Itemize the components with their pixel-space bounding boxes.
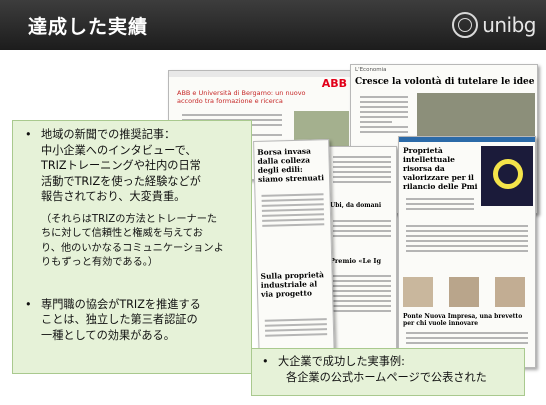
point1-line: 地域の新聞での推奨記事：	[41, 128, 176, 141]
university-logo: unibg	[452, 8, 536, 42]
logo-text: unibg	[482, 13, 536, 37]
clipping-proprieta: Proprietà intellettuale risorsa da valor…	[398, 136, 536, 368]
achievements-panel: • 地域の新聞での推奨記事： 中小企業へのインタビューで、 TRIZトレーニング…	[12, 120, 252, 374]
bullet-marker: •	[25, 297, 32, 311]
sulla-headline: Sulla proprietà industriale al via proge…	[260, 270, 325, 299]
note-line: （それらはTRIZの方法とトレーナーた	[41, 213, 218, 225]
bullet-marker: •	[262, 355, 269, 368]
portrait-photo-3	[495, 277, 525, 307]
clipping-photo-group	[417, 93, 535, 139]
note-line: りもずっと有効である。）	[41, 257, 159, 268]
point1-line: TRIZトレーニングや社内の日常	[41, 159, 201, 172]
abb-brand: ABB	[321, 77, 347, 90]
ponte-text: Ponte Nuova Impresa, una brevetto per ch…	[403, 313, 523, 327]
slide-header: 達成した実績 unibg	[0, 0, 546, 50]
point2-line: 専門職の協会がTRIZを推進する	[41, 297, 201, 311]
at-sign-icon	[493, 159, 523, 189]
bullet-newspaper: • 地域の新聞での推奨記事： 中小企業へのインタビューで、 TRIZトレーニング…	[23, 127, 241, 205]
eco-headline: Cresce la volontà di tutelare le idee	[355, 77, 535, 87]
portrait-photo-1	[403, 277, 433, 307]
borsa-headline: Borsa invasa dalla colleza degli edili: …	[257, 146, 325, 184]
premio-text: Premio «Le Ig	[330, 257, 382, 265]
portrait-photo-2	[449, 277, 479, 307]
success-cases-callout: • 大企業で成功した実事例: 各企業の公式ホームページで公表された	[251, 348, 525, 396]
point1-line: 活動でTRIZを使った経験などが	[41, 174, 201, 188]
point1-line: 中小企業へのインタビューで、	[41, 143, 197, 157]
note-line: り、他のいかなるコミュニケーションよ	[41, 242, 224, 254]
callout-bullet: • 大企業で成功した実事例:	[260, 354, 516, 370]
proprieta-headline: Proprietà intellettuale risorsa da valor…	[403, 146, 478, 191]
ubi-text: Ubi, da domani	[330, 202, 382, 209]
point2-line: ことは、独立した第三者認証の	[41, 313, 198, 326]
callout-line2: 各企業の公式ホームページで公表された	[286, 371, 487, 384]
bullet-marker: •	[25, 128, 32, 141]
clipping-borsa: Borsa invasa dalla colleza degli edili: …	[253, 139, 335, 366]
point1-line: 報告されており、大変貴重。	[41, 190, 186, 203]
eco-section: L'Economia	[355, 67, 387, 73]
point2-line: 一種としての効果がある。	[41, 328, 175, 342]
parenthetical-note: （それらはTRIZの方法とトレーナーた ちに対して信頼性と権威を与えてお り、他…	[23, 213, 241, 271]
callout-line1: 大企業で成功した実事例:	[278, 355, 405, 368]
clipping-ubi: Ubi, da domani Premio «Le Ig	[325, 146, 397, 376]
slide-title: 達成した実績	[28, 16, 149, 38]
note-line: ちに対して信頼性と権威を与えてお	[41, 228, 203, 239]
bullet-association: • 専門職の協会がTRIZを推進する ことは、独立した第三者認証の 一種としての…	[23, 297, 241, 344]
abb-headline: ABB e Università di Bergamo: un nuovo ac…	[177, 89, 306, 105]
seal-icon	[452, 12, 479, 38]
